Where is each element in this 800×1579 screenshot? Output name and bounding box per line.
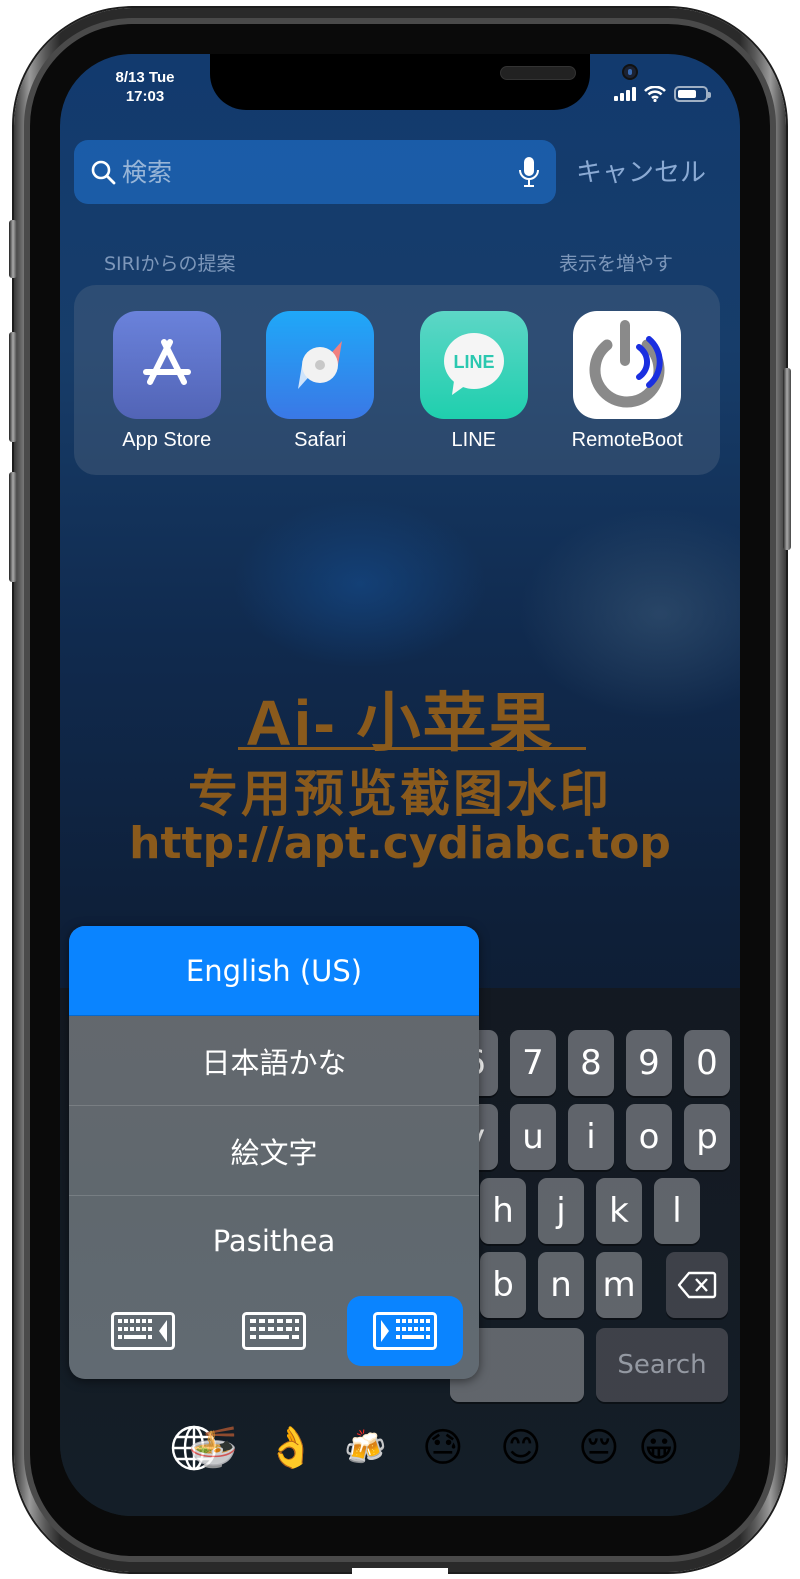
left-handed-keyboard-button[interactable] <box>85 1296 201 1366</box>
front-camera <box>622 64 638 80</box>
cancel-button[interactable]: キャンセル <box>576 152 706 189</box>
emoji-beers[interactable]: 🍻 <box>344 1418 386 1478</box>
emoji-downcast-sweat[interactable]: 😓 <box>422 1418 464 1478</box>
key-k[interactable]: k <box>596 1178 642 1244</box>
search-bar[interactable] <box>74 140 556 204</box>
app-store-icon <box>112 311 221 419</box>
key-b[interactable]: b <box>480 1252 526 1318</box>
language-option-japanese-kana[interactable]: 日本語かな <box>69 1016 479 1106</box>
key-l[interactable]: l <box>654 1178 700 1244</box>
keyboard-right-icon <box>373 1312 438 1350</box>
silent-switch <box>9 220 17 278</box>
right-handed-keyboard-button[interactable] <box>347 1296 464 1366</box>
siri-suggestions-header: SIRIからの提案 <box>104 253 236 275</box>
key-7[interactable]: 7 <box>510 1030 556 1096</box>
emoji-pensive[interactable]: 😔 <box>578 1418 620 1478</box>
full-keyboard-button[interactable] <box>216 1296 332 1366</box>
app-line[interactable]: LINE LINE <box>409 311 539 475</box>
app-app-store[interactable]: App Store <box>102 311 232 475</box>
notch <box>210 54 638 110</box>
battery-icon <box>674 86 711 102</box>
watermark-subtitle: 专用预览截图水印 <box>188 765 612 823</box>
key-m[interactable]: m <box>596 1252 642 1318</box>
app-label: Safari <box>294 429 347 451</box>
language-option-english-us[interactable]: English (US) <box>69 926 479 1016</box>
status-date: 8/13 Tue <box>115 69 175 86</box>
emoji-ok-hand[interactable]: 👌 <box>266 1418 316 1478</box>
key-9[interactable]: 9 <box>626 1030 672 1096</box>
power-wireless-icon <box>573 311 682 419</box>
app-label: LINE <box>451 429 496 451</box>
search-icon <box>91 160 116 185</box>
status-icons <box>614 86 711 102</box>
language-switcher-popup: English (US) 日本語かな 絵文字 Pasithea <box>69 926 479 1379</box>
volume-down-button <box>9 472 17 582</box>
phone-screen: 8/13 Tue 17:03 キャンセル SIRIからの提案 表示を増やす <box>60 54 740 1516</box>
delete-backward-icon <box>677 1271 717 1299</box>
show-more-link[interactable]: 表示を増やす <box>559 249 673 276</box>
key-p[interactable]: p <box>684 1104 730 1170</box>
key-h[interactable]: h <box>480 1178 526 1244</box>
search-input[interactable] <box>122 157 518 187</box>
key-i[interactable]: i <box>568 1104 614 1170</box>
emoji-smiling[interactable]: 😊 <box>500 1418 542 1478</box>
home-indicator-notch <box>352 1568 448 1579</box>
key-j[interactable]: j <box>538 1178 584 1244</box>
cellular-signal-icon <box>614 87 636 101</box>
status-time: 17:03 <box>125 88 165 105</box>
status-datetime: 8/13 Tue 17:03 <box>90 68 200 106</box>
line-chat-icon: LINE <box>419 311 528 419</box>
siri-suggestions-card: App Store Safari LINE LINE RemoteBoot <box>74 285 720 475</box>
keyboard-mode-selector <box>69 1296 479 1366</box>
keyboard-icon <box>241 1312 306 1350</box>
line-icon-text: LINE <box>453 352 494 372</box>
watermark-underline <box>238 747 586 750</box>
safari-compass-icon <box>266 311 375 419</box>
app-safari[interactable]: Safari <box>255 311 385 475</box>
keyboard-left-icon <box>110 1312 175 1350</box>
watermark-url: http://apt.cydiabc.top <box>129 818 671 869</box>
wifi-icon <box>644 86 666 102</box>
key-u[interactable]: u <box>510 1104 556 1170</box>
app-label: RemoteBoot <box>571 429 683 451</box>
language-option-pasithea[interactable]: Pasithea <box>69 1196 479 1286</box>
power-button <box>783 368 791 550</box>
key-8[interactable]: 8 <box>568 1030 614 1096</box>
backspace-key[interactable] <box>666 1252 728 1318</box>
speaker-grille <box>500 66 576 80</box>
language-option-emoji[interactable]: 絵文字 <box>69 1106 479 1196</box>
key-n[interactable]: n <box>538 1252 584 1318</box>
volume-up-button <box>9 332 17 442</box>
emoji-keyboard-icon[interactable]: 😀 <box>638 1418 680 1478</box>
app-label: App Store <box>122 429 212 451</box>
emoji-suggestion-bar: 🍜 👌 🍻 😓 😊 😔 😀 <box>60 1418 740 1478</box>
key-o[interactable]: o <box>626 1104 672 1170</box>
app-remoteboot[interactable]: RemoteBoot <box>562 311 692 475</box>
search-key[interactable]: Search <box>596 1328 728 1402</box>
watermark-title: Ai- 小苹果 <box>245 687 555 759</box>
key-0[interactable]: 0 <box>684 1030 730 1096</box>
microphone-icon[interactable] <box>518 156 540 188</box>
emoji-ramen[interactable]: 🍜 <box>188 1418 238 1478</box>
